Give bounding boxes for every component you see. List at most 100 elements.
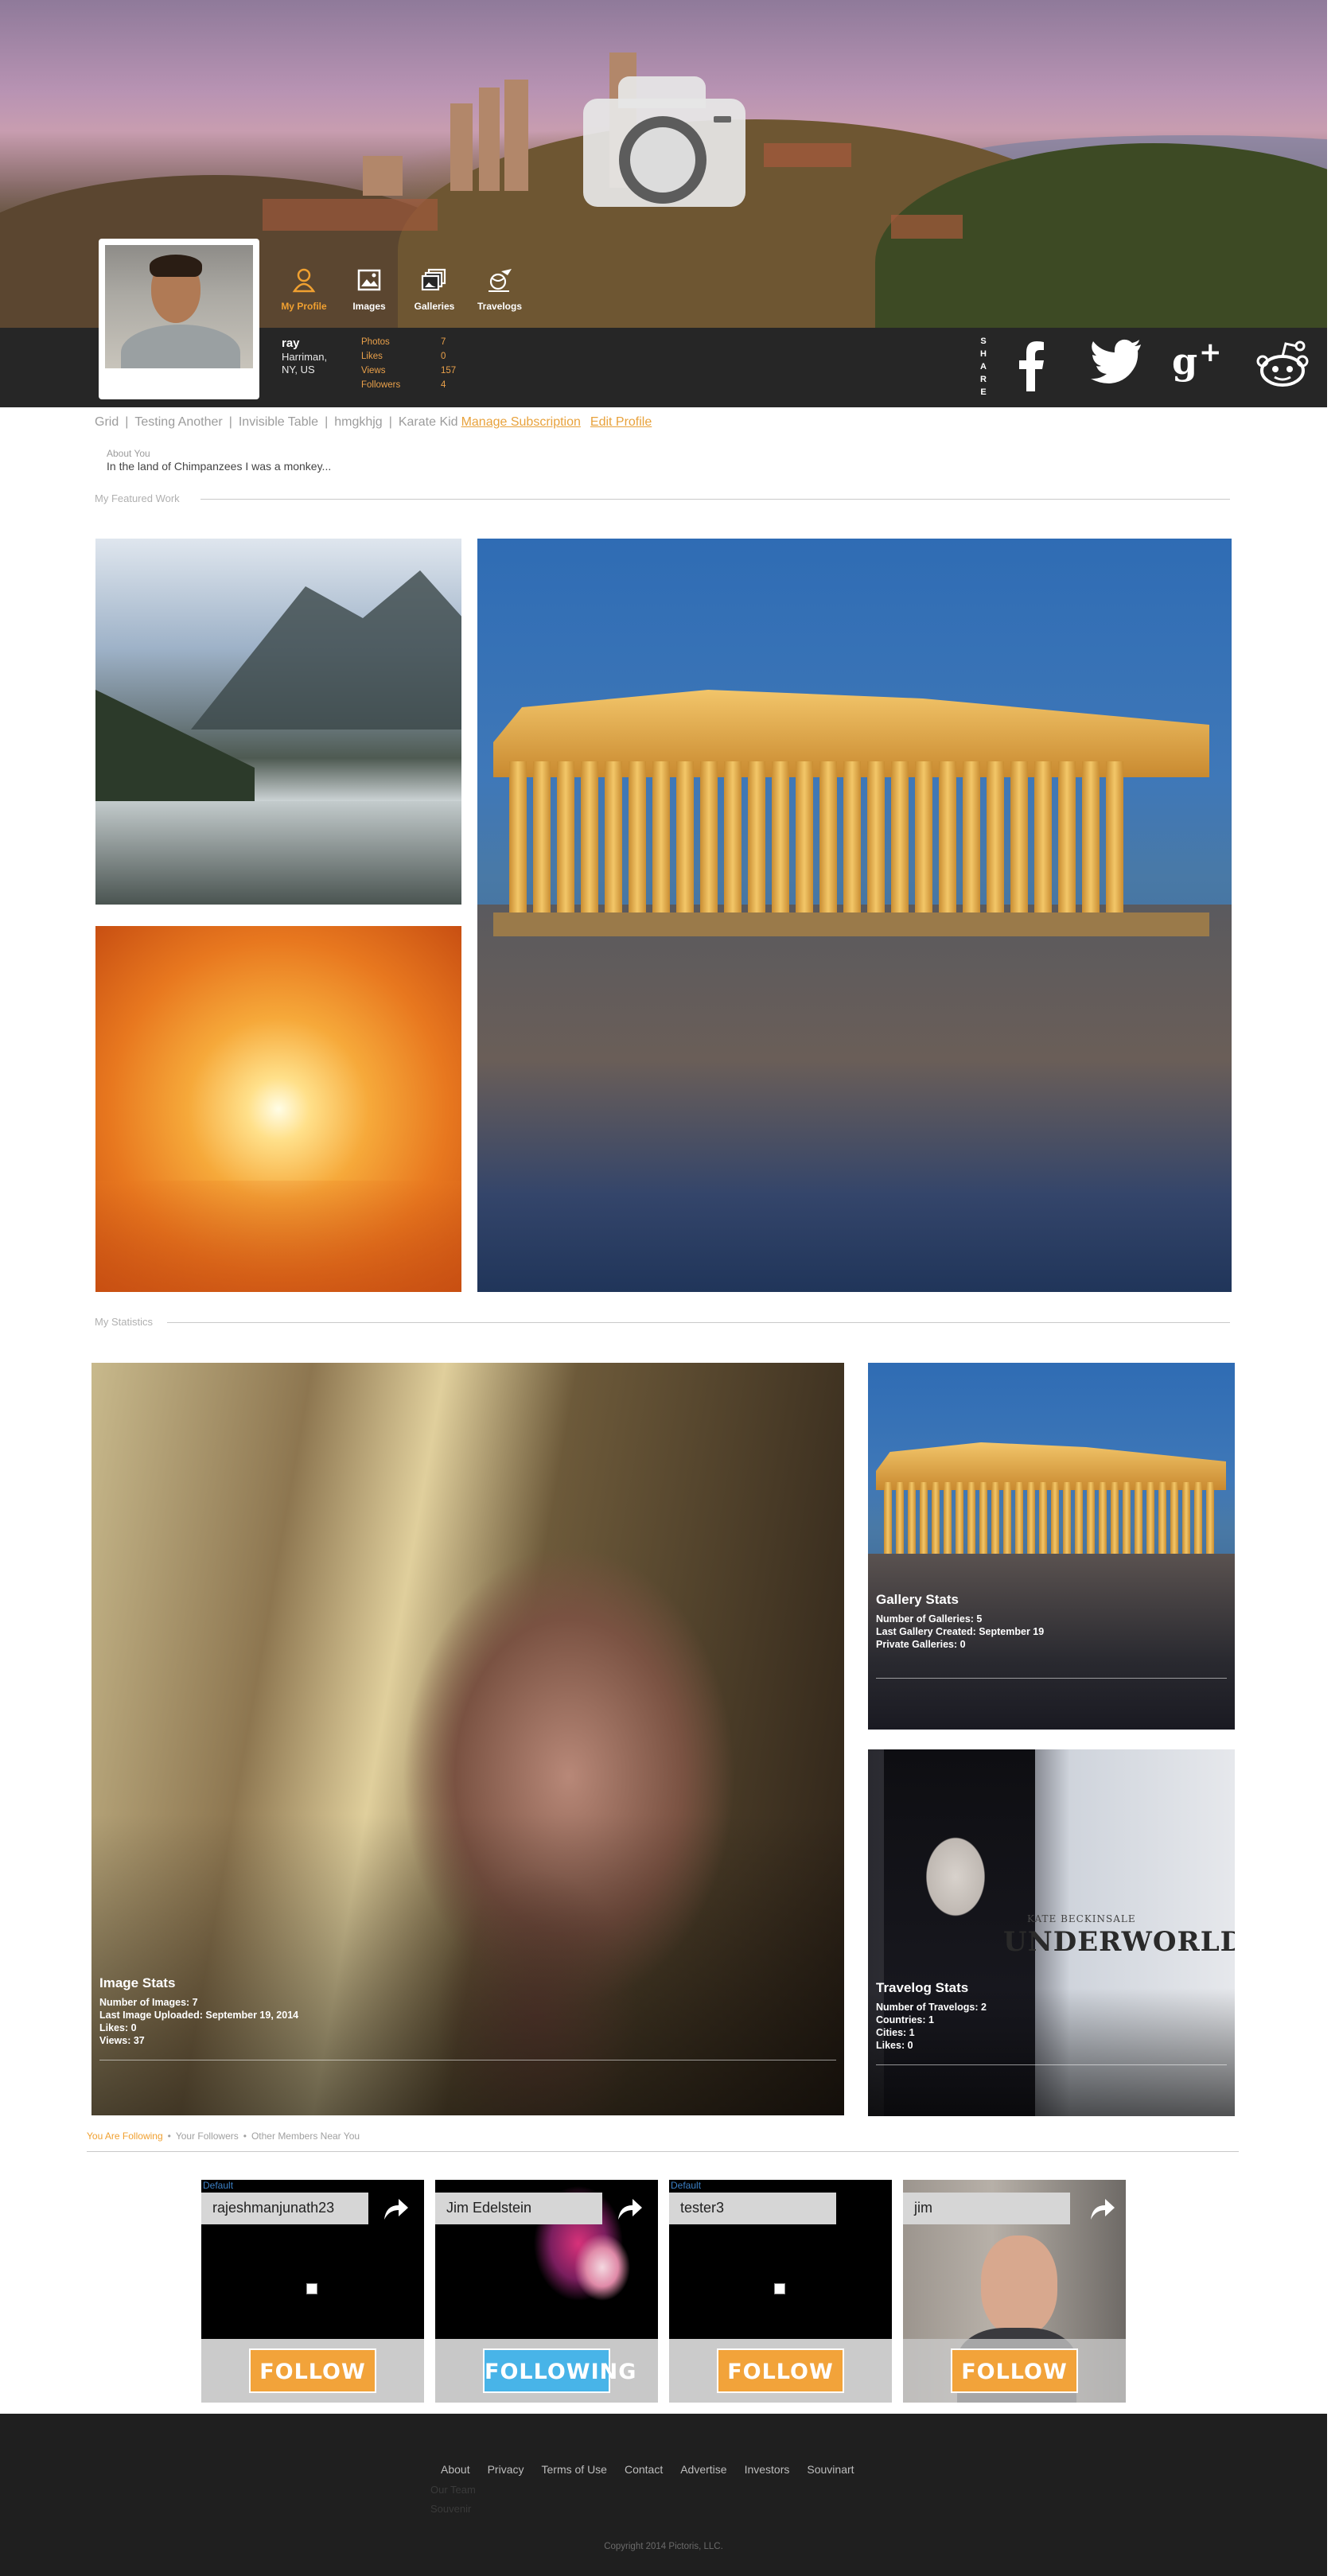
breadcrumb-item[interactable]: Karate Kid [399, 415, 458, 430]
profile-stats: Photos 7 Likes 0 Views 157 Followers 4 [361, 335, 456, 392]
breadcrumb-separator: | [125, 415, 129, 429]
profile-location: Harriman, NY, US [282, 351, 345, 376]
footer-link-privacy[interactable]: Privacy [488, 2463, 524, 2476]
share-label: S H A R E [979, 335, 988, 399]
avatar[interactable] [105, 245, 253, 368]
galleries-icon [421, 268, 446, 291]
footer-link-investors[interactable]: Investors [745, 2463, 790, 2476]
featured-photo-parthenon[interactable] [477, 539, 1232, 1292]
divider [87, 2151, 1239, 2152]
cover-building [363, 156, 403, 196]
footer-link-about[interactable]: About [441, 2463, 470, 2476]
member-name[interactable]: tester3 [669, 2193, 836, 2224]
share-arrow-icon[interactable] [381, 2196, 410, 2221]
profile-tabs: My Profile Images Galleries Travelogs [278, 267, 525, 312]
featured-photo-glacier[interactable] [95, 539, 461, 905]
svg-text:g: g [1172, 340, 1197, 383]
tab-my-profile[interactable]: My Profile [278, 267, 329, 312]
poster-subtitle: KATE BECKINSALE [1027, 1913, 1136, 1924]
divider [200, 499, 1230, 500]
person-icon [292, 268, 316, 293]
manage-subscription-link[interactable]: Manage Subscription [461, 415, 581, 430]
footer-sublink-souvenir[interactable]: Souvenir [430, 2503, 471, 2515]
gallery-stats-line: Private Galleries: 0 [876, 1639, 966, 1650]
profile-name: ray [282, 337, 300, 350]
member-tag: Default [203, 2180, 234, 2191]
member-name[interactable]: jim [903, 2193, 1070, 2224]
stat-row: Views 157 [361, 364, 456, 378]
tab-galleries[interactable]: Galleries [409, 267, 460, 312]
follow-button[interactable]: FOLLOW [249, 2348, 376, 2393]
reddit-icon[interactable] [1255, 339, 1310, 392]
share-letter: E [980, 387, 987, 397]
breadcrumb-separator: | [325, 415, 329, 429]
cover-roofs [764, 143, 851, 167]
divider [167, 1322, 1230, 1323]
member-card[interactable]: jim FOLLOW [903, 2180, 1126, 2403]
share-letter: A [980, 362, 987, 372]
footer-link-contact[interactable]: Contact [625, 2463, 663, 2476]
breadcrumb-item[interactable]: Grid [95, 415, 119, 430]
breadcrumb-item[interactable]: Invisible Table [239, 415, 318, 430]
gallery-stats-photo[interactable]: Gallery Stats Number of Galleries: 5 Las… [868, 1363, 1235, 1730]
avatar-frame [99, 239, 259, 399]
cover-roofs [263, 199, 438, 231]
tab-separator: • [167, 2130, 171, 2142]
share-arrow-icon[interactable] [615, 2196, 644, 2221]
footer [0, 2414, 1327, 2576]
member-card[interactable]: Default tester3 FOLLOW [669, 2180, 892, 2403]
stat-label: Likes [361, 352, 383, 361]
tab-images[interactable]: Images [344, 267, 395, 312]
travelog-stats: Travelog Stats Number of Travelogs: 2 Co… [876, 1980, 1227, 2065]
cover-tower [450, 103, 473, 191]
svg-text:+: + [1199, 339, 1222, 368]
member-card[interactable]: Jim Edelstein FOLLOWING [435, 2180, 658, 2403]
follow-button[interactable]: FOLLOW [951, 2348, 1078, 2393]
member-name[interactable]: rajeshmanjunath23 [201, 2193, 368, 2224]
travelog-stats-line: Cities: 1 [876, 2027, 915, 2038]
about-text: In the land of Chimpanzees I was a monke… [107, 460, 332, 473]
footer-nav: About Privacy Terms of Use Contact Adver… [441, 2463, 872, 2476]
share-letter: S [980, 337, 987, 346]
breadcrumb-item[interactable]: hmgkhjg [334, 415, 382, 430]
tab-travelogs[interactable]: Travelogs [474, 267, 525, 312]
tab-separator: • [243, 2130, 247, 2142]
cover-tower [504, 80, 528, 191]
following-button[interactable]: FOLLOWING [483, 2348, 636, 2393]
tab-your-followers[interactable]: Your Followers [176, 2130, 239, 2142]
stat-value: 157 [441, 366, 457, 376]
image-stats-line: Likes: 0 [99, 2022, 137, 2033]
member-card[interactable]: Default rajeshmanjunath23 FOLLOW [201, 2180, 424, 2403]
share-arrow-icon[interactable] [1088, 2196, 1116, 2221]
twitter-icon[interactable] [1090, 339, 1142, 387]
travelog-icon [489, 269, 512, 292]
breadcrumb-separator: | [388, 415, 392, 429]
tab-members-near-you[interactable]: Other Members Near You [251, 2130, 360, 2142]
travelog-stats-photo[interactable]: KATE BECKINSALE UNDERWORLD Travelog Stat… [868, 1749, 1235, 2116]
divider [876, 2064, 1227, 2065]
tab-you-are-following[interactable]: You Are Following [87, 2130, 163, 2142]
gallery-stats-title: Gallery Stats [876, 1592, 959, 1607]
breadcrumb-separator: | [228, 415, 232, 429]
featured-photo-sunburst[interactable] [95, 926, 461, 1292]
member-name[interactable]: Jim Edelstein [435, 2193, 602, 2224]
footer-link-terms[interactable]: Terms of Use [542, 2463, 607, 2476]
cover-roofs [891, 215, 963, 239]
page: My Profile Images Galleries Travelogs ra… [0, 0, 1339, 2576]
follow-tabs: You Are Following • Your Followers • Oth… [87, 2130, 360, 2142]
image-stats-photo[interactable]: Image Stats Number of Images: 7 Last Ima… [91, 1363, 844, 2115]
breadcrumb: Grid | Testing Another | Invisible Table… [95, 415, 652, 430]
facebook-icon[interactable] [1014, 339, 1046, 395]
breadcrumb-item[interactable]: Testing Another [134, 415, 222, 430]
follow-button[interactable]: FOLLOW [717, 2348, 844, 2393]
edit-profile-link[interactable]: Edit Profile [590, 415, 652, 430]
google-plus-icon[interactable]: g + [1172, 337, 1224, 391]
about-label: About You [107, 448, 150, 459]
camera-icon[interactable] [583, 75, 745, 207]
footer-link-souvinart[interactable]: Souvinart [807, 2463, 854, 2476]
footer-link-advertise[interactable]: Advertise [680, 2463, 726, 2476]
divider [876, 1678, 1227, 1679]
footer-sublink-our-team[interactable]: Our Team [430, 2484, 476, 2496]
statistics-section-title: My Statistics [95, 1316, 153, 1328]
share-letter: R [980, 375, 987, 384]
